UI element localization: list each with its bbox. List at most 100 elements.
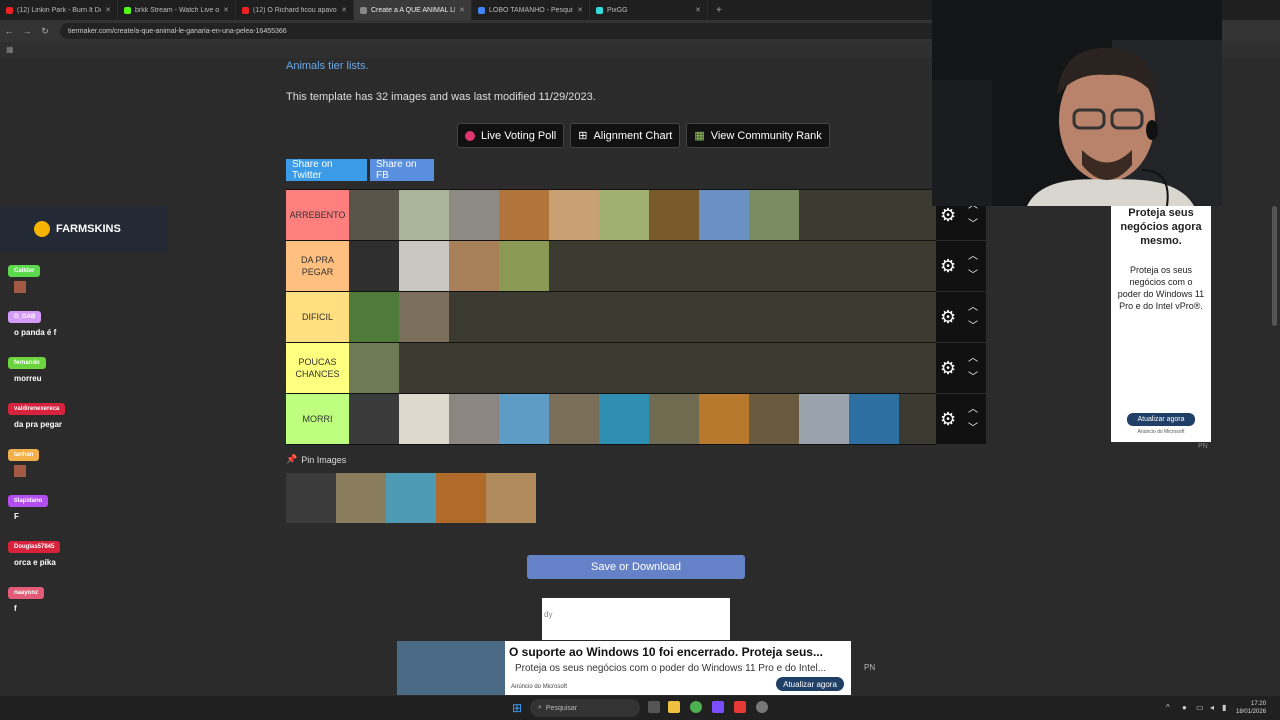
file-explorer-icon[interactable]: [668, 701, 680, 713]
koala-image[interactable]: [449, 190, 499, 240]
bottom-ad[interactable]: O suporte ao Windows 10 foi encerrado. P…: [397, 641, 851, 695]
tier-label[interactable]: ARREBENTO: [286, 190, 349, 240]
tier-label[interactable]: DA PRA PEGAR: [286, 241, 349, 291]
close-tab-icon[interactable]: ✕: [341, 6, 347, 14]
moose-image[interactable]: [749, 394, 799, 444]
close-tab-icon[interactable]: ✕: [223, 6, 229, 14]
tortoise-image[interactable]: [349, 190, 399, 240]
octopus-image[interactable]: [386, 473, 436, 523]
chevron-down-icon[interactable]: ﹀: [968, 266, 978, 281]
chevron-up-icon[interactable]: ︿: [968, 298, 978, 313]
panda-image[interactable]: [286, 473, 336, 523]
otter-image[interactable]: [749, 190, 799, 240]
side-ad[interactable]: Proteja seus negócios agora mesmo. Prote…: [1111, 206, 1211, 442]
dolphin-image[interactable]: [499, 394, 549, 444]
tier-label[interactable]: MORRI: [286, 394, 349, 444]
side-ad-button[interactable]: Atualizar agora: [1127, 413, 1195, 426]
goat-image[interactable]: [399, 190, 449, 240]
sheep-image[interactable]: [399, 241, 449, 291]
bottom-ad-button[interactable]: Atualizar agora: [776, 677, 844, 691]
chat-text: da pra pegar: [14, 420, 63, 429]
apps-icon[interactable]: ▦: [6, 45, 14, 54]
share-fb-button[interactable]: Share on FB: [370, 159, 434, 181]
gear-icon[interactable]: ⚙: [940, 256, 956, 277]
back-icon[interactable]: ←: [0, 26, 18, 36]
wolf-image[interactable]: [449, 394, 499, 444]
chevron-down-icon[interactable]: ﹀: [968, 215, 978, 230]
alignment-chart-button[interactable]: ⊞ Alignment Chart: [570, 123, 681, 148]
windows-start-icon[interactable]: ⊞: [512, 702, 524, 714]
chevron-up-icon[interactable]: ︿: [968, 400, 978, 415]
close-tab-icon[interactable]: ✕: [695, 6, 701, 14]
network-icon[interactable]: ▭: [1196, 703, 1204, 712]
capybara-image[interactable]: [499, 241, 549, 291]
gear-icon[interactable]: ⚙: [940, 409, 956, 430]
rhino-image[interactable]: [799, 394, 849, 444]
category-link[interactable]: Animals tier lists.: [286, 60, 369, 72]
new-tab-icon[interactable]: +: [708, 5, 730, 16]
boar-image[interactable]: [649, 394, 699, 444]
chevron-down-icon[interactable]: ﹀: [968, 419, 978, 434]
forward-icon[interactable]: →: [18, 26, 36, 36]
tray-chevron-icon[interactable]: ^: [1166, 703, 1170, 712]
chrome-icon[interactable]: [690, 701, 702, 713]
save-download-button[interactable]: Save or Download: [527, 555, 745, 579]
chevron-down-icon[interactable]: ﹀: [968, 317, 978, 332]
gear-icon[interactable]: ⚙: [940, 205, 956, 226]
penguin-image[interactable]: [699, 190, 749, 240]
volume-icon[interactable]: ◂: [1210, 703, 1214, 712]
pinned-images: [286, 473, 536, 523]
chevron-down-icon[interactable]: ﹀: [968, 368, 978, 383]
shark-image[interactable]: [599, 394, 649, 444]
close-tab-icon[interactable]: ✕: [577, 6, 583, 14]
clock[interactable]: 17:20 18/01/2026: [1236, 700, 1266, 716]
live-voting-button[interactable]: Live Voting Poll: [457, 123, 565, 148]
gorilla-image[interactable]: [349, 394, 399, 444]
tab[interactable]: PixGG ✕: [590, 0, 708, 20]
donkey-image[interactable]: [399, 292, 449, 342]
reload-icon[interactable]: ↻: [36, 26, 54, 37]
hippo-image[interactable]: [549, 394, 599, 444]
tier-label[interactable]: POUCAS CHANCES: [286, 343, 349, 393]
battery-icon[interactable]: ▮: [1222, 703, 1226, 712]
share-twitter-button[interactable]: Share on Twitter: [286, 159, 367, 181]
orca-image[interactable]: [849, 394, 899, 444]
cow-image[interactable]: [349, 241, 399, 291]
tab-active[interactable]: Create a A QUE ANIMAL LE GA✕: [354, 0, 472, 20]
mic-icon[interactable]: ●: [1182, 703, 1187, 712]
pn-label-bottom: PN: [864, 663, 876, 672]
gear-icon[interactable]: ⚙: [940, 358, 956, 379]
tiger-image[interactable]: [436, 473, 486, 523]
squirrel-image[interactable]: [599, 190, 649, 240]
gear-icon[interactable]: ⚙: [940, 307, 956, 328]
task-view-icon[interactable]: [648, 701, 660, 713]
close-tab-icon[interactable]: ✕: [459, 6, 465, 14]
snake-image[interactable]: [349, 292, 399, 342]
scrollbar[interactable]: [1272, 206, 1277, 326]
tier-label[interactable]: DIFICIL: [286, 292, 349, 342]
chat-username: fernando: [8, 357, 46, 369]
taskbar-search[interactable]: ⌕ Pesquisar: [530, 699, 640, 717]
guinea-pig-image[interactable]: [549, 190, 599, 240]
rooster-image[interactable]: [499, 190, 549, 240]
app-icon[interactable]: [734, 701, 746, 713]
tab[interactable]: brkk Stream - Watch Live on K✕: [118, 0, 236, 20]
kangaroo-image[interactable]: [449, 241, 499, 291]
lion-image[interactable]: [699, 394, 749, 444]
address-bar[interactable]: tiermaker.com/create/a-que-animal-le-gan…: [60, 23, 940, 39]
close-tab-icon[interactable]: ✕: [105, 6, 111, 14]
app-icon[interactable]: [756, 701, 768, 713]
chevron-up-icon[interactable]: ︿: [968, 247, 978, 262]
crocodile-image[interactable]: [349, 343, 399, 393]
tab[interactable]: LOBO TAMANHO - Pesquisa Go✕: [472, 0, 590, 20]
eagle-image[interactable]: [399, 394, 449, 444]
community-rank-button[interactable]: ▦ View Community Rank: [686, 123, 830, 148]
tab[interactable]: (12) Linkin Park - Burn It Down✕: [0, 0, 118, 20]
scorpion-image[interactable]: [649, 190, 699, 240]
lynx-image[interactable]: [486, 473, 536, 523]
piranha-image[interactable]: [336, 473, 386, 523]
chevron-up-icon[interactable]: ︿: [968, 349, 978, 364]
tier-control: ⚙ ︿ ﹀: [936, 343, 986, 393]
tab[interactable]: (12) O Richard ficou apavorad✕: [236, 0, 354, 20]
app-icon[interactable]: [712, 701, 724, 713]
